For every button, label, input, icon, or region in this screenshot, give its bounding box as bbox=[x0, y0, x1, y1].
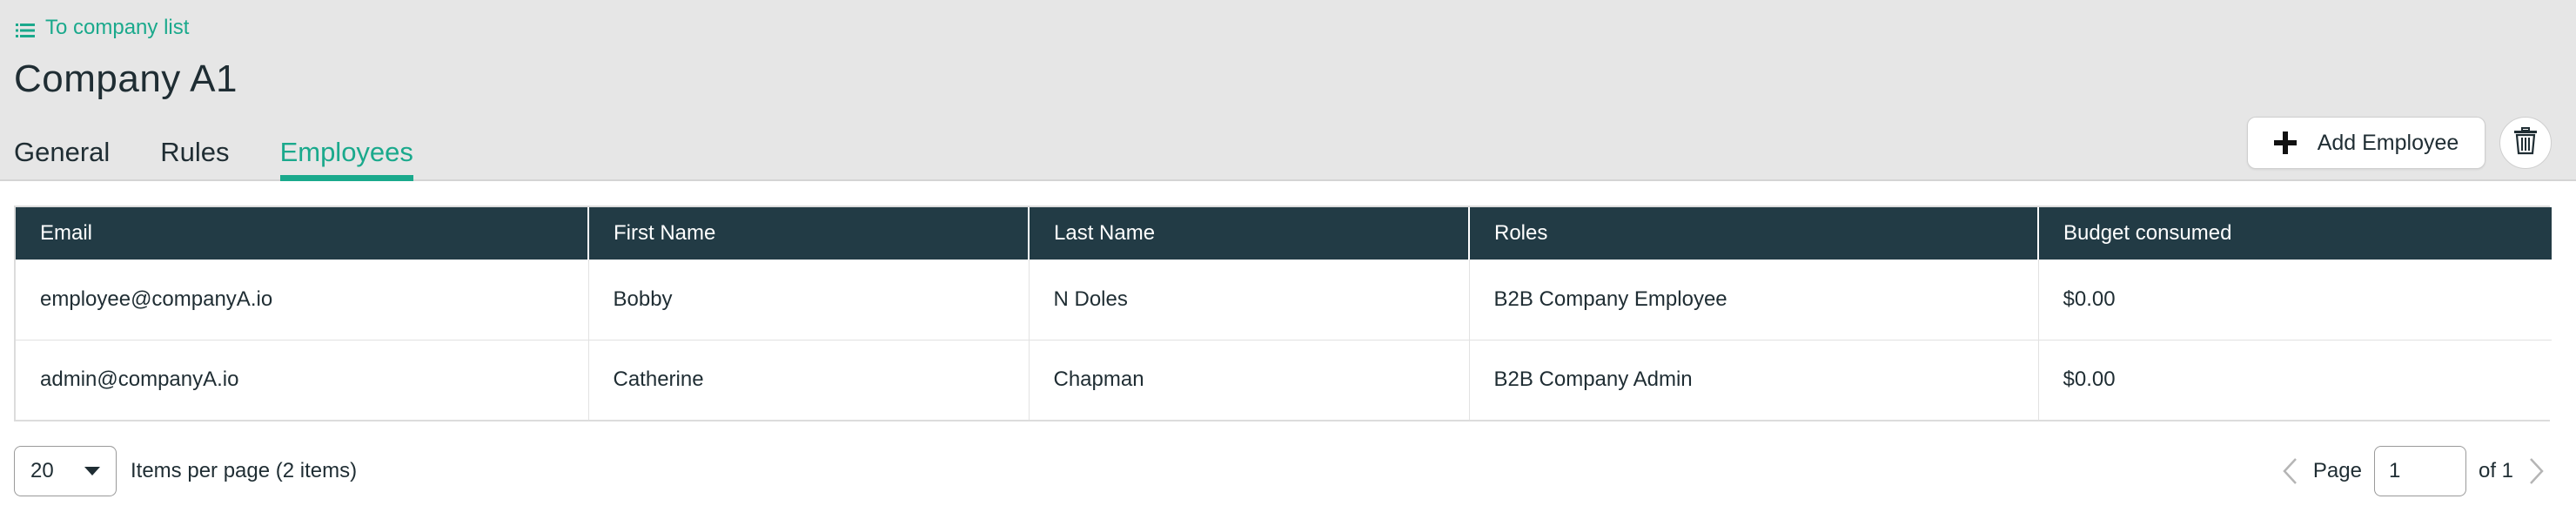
table-header-row: Email First Name Last Name Roles Budget … bbox=[16, 207, 2552, 260]
column-header-email[interactable]: Email bbox=[16, 207, 589, 260]
back-link-label: To company list bbox=[45, 16, 190, 39]
cell-last-name: N Doles bbox=[1029, 260, 1470, 341]
pagination: Page of 1 bbox=[2280, 446, 2546, 496]
cell-budget-consumed: $0.00 bbox=[2038, 340, 2552, 420]
table-row[interactable]: admin@companyA.io Catherine Chapman B2B … bbox=[16, 340, 2552, 420]
plus-icon bbox=[2273, 132, 2297, 154]
cell-roles: B2B Company Admin bbox=[1469, 340, 2039, 420]
page-label: Page bbox=[2312, 459, 2362, 482]
items-per-page-control: 20 Items per page (2 items) bbox=[14, 446, 357, 496]
page-header: To company list Company A1 General Rules… bbox=[0, 0, 2576, 181]
cell-email: admin@companyA.io bbox=[16, 340, 589, 420]
tab-general[interactable]: General bbox=[14, 131, 110, 181]
delete-button[interactable] bbox=[2499, 117, 2552, 169]
previous-page-icon[interactable] bbox=[2280, 455, 2301, 487]
items-per-page-select[interactable]: 20 bbox=[14, 446, 117, 496]
back-to-company-list-link[interactable]: To company list bbox=[16, 16, 189, 40]
column-header-last-name[interactable]: Last Name bbox=[1029, 207, 1470, 260]
employees-table: Email First Name Last Name Roles Budget … bbox=[14, 206, 2552, 421]
cell-last-name: Chapman bbox=[1029, 340, 1470, 420]
page-number-input[interactable] bbox=[2373, 446, 2466, 496]
cell-first-name: Catherine bbox=[588, 340, 1030, 420]
table-row[interactable]: employee@companyA.io Bobby N Doles B2B C… bbox=[16, 260, 2552, 341]
column-header-first-name[interactable]: First Name bbox=[588, 207, 1030, 260]
page-title: Company A1 bbox=[14, 57, 238, 100]
tab-bar: General Rules Employees bbox=[14, 131, 414, 181]
cell-email: employee@companyA.io bbox=[16, 260, 589, 341]
cell-budget-consumed: $0.00 bbox=[2038, 260, 2552, 341]
tab-employees[interactable]: Employees bbox=[279, 131, 414, 181]
list-icon bbox=[16, 20, 35, 37]
items-per-page-label: Items per page (2 items) bbox=[131, 459, 358, 482]
cell-roles: B2B Company Employee bbox=[1469, 260, 2039, 341]
tab-rules[interactable]: Rules bbox=[160, 131, 229, 181]
column-header-roles[interactable]: Roles bbox=[1469, 207, 2039, 260]
items-per-page-value: 20 bbox=[30, 459, 54, 482]
column-header-budget-consumed[interactable]: Budget consumed bbox=[2038, 207, 2552, 260]
cell-first-name: Bobby bbox=[588, 260, 1030, 341]
add-employee-label: Add Employee bbox=[2317, 130, 2459, 155]
chevron-down-icon bbox=[84, 467, 100, 475]
page-total-label: of 1 bbox=[2478, 459, 2513, 482]
add-employee-button[interactable]: Add Employee bbox=[2247, 117, 2485, 169]
next-page-icon[interactable] bbox=[2526, 455, 2546, 487]
trash-icon bbox=[2512, 126, 2539, 159]
